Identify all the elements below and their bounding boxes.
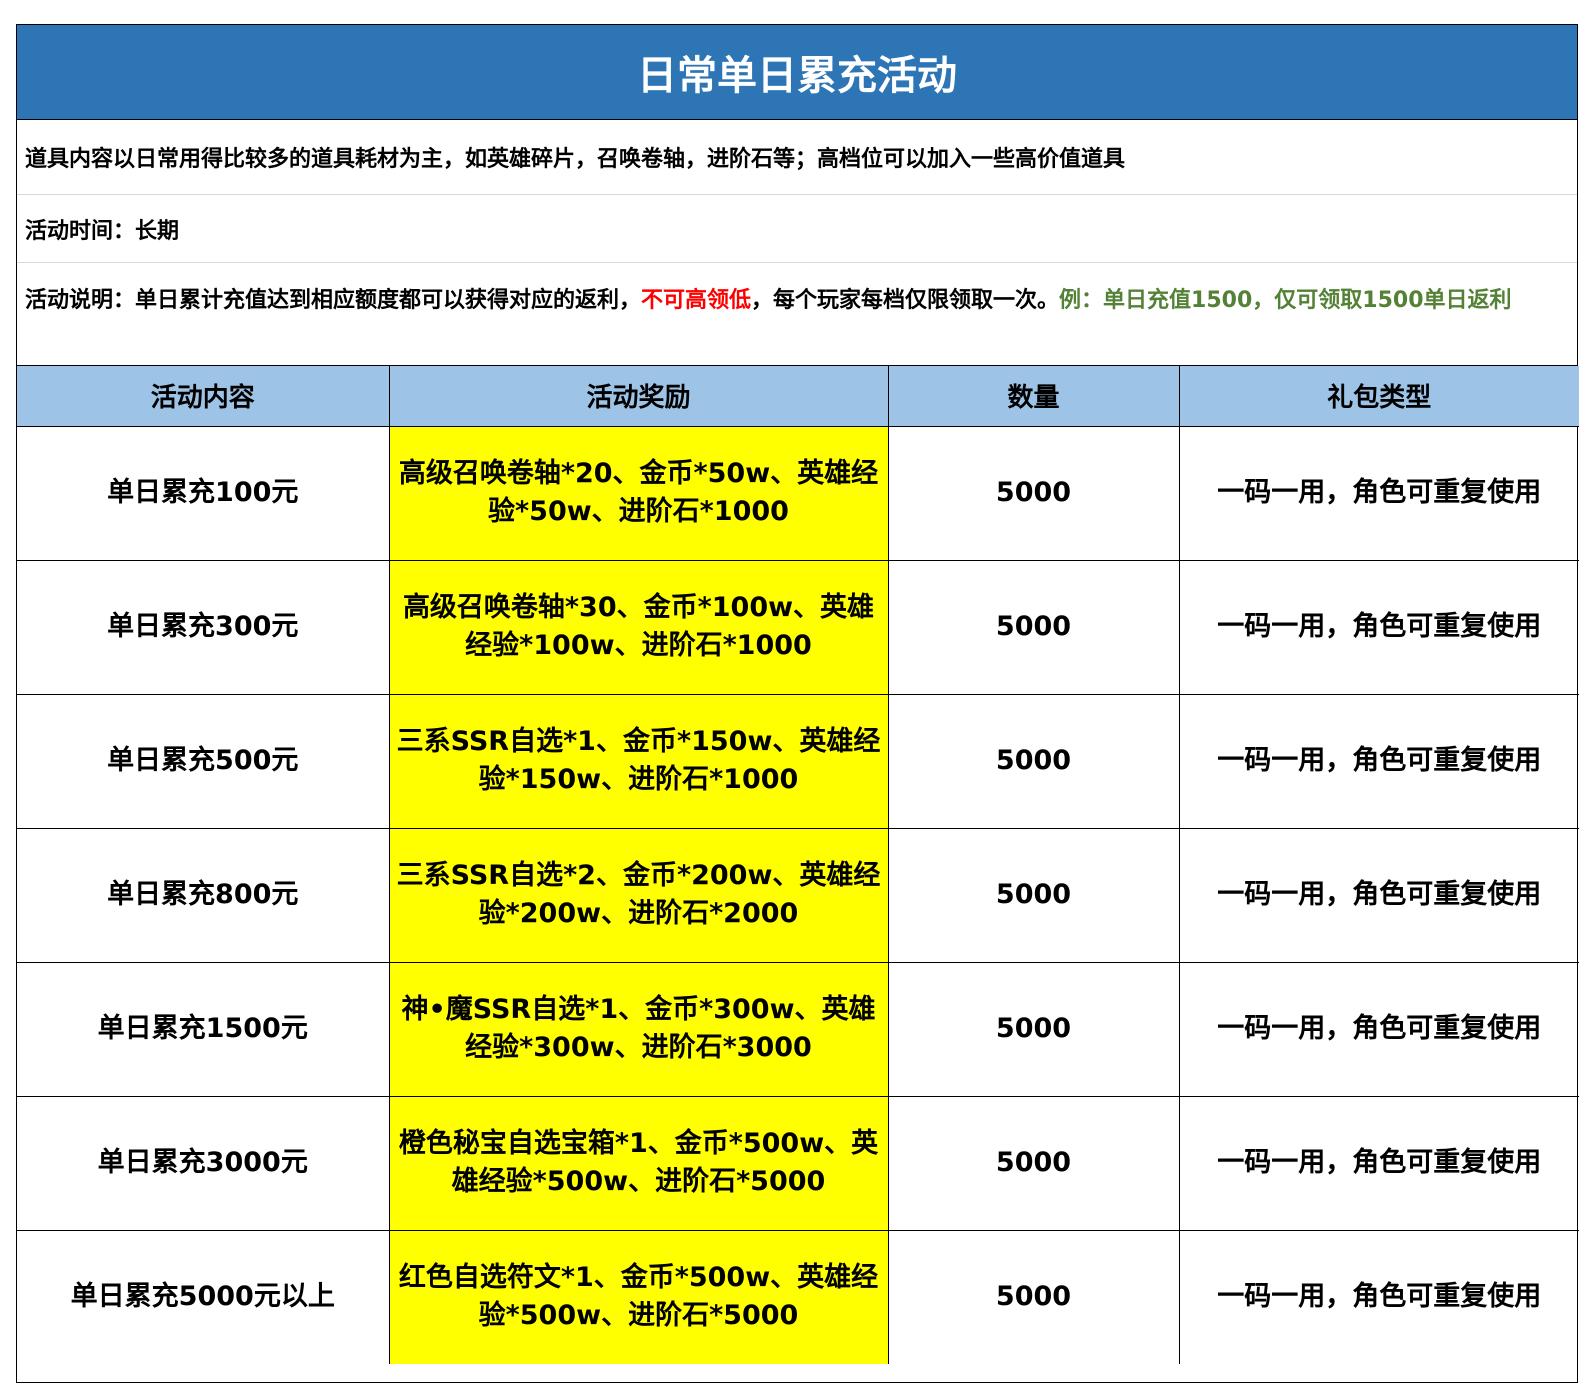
cell-content: 单日累充1500元: [17, 961, 390, 1097]
cell-pack-type: 一码一用，角色可重复使用: [1178, 559, 1579, 695]
activity-time: 活动时间：长期: [17, 195, 1577, 263]
cell-content: 单日累充3000元: [17, 1095, 390, 1231]
header-quantity: 数量: [887, 366, 1180, 427]
cell-content: 单日累充300元: [17, 559, 390, 695]
cell-quantity: 5000: [887, 1095, 1180, 1231]
activity-explanation: 活动说明：单日累计充值达到相应额度都可以获得对应的返利，不可高领低，每个玩家每档…: [17, 263, 1577, 366]
cell-reward: 红色自选符文*1、金币*500w、英雄经验*500w、进阶石*5000: [388, 1229, 889, 1364]
cell-content: 单日累充500元: [17, 693, 390, 829]
cell-quantity: 5000: [887, 961, 1180, 1097]
cell-pack-type: 一码一用，角色可重复使用: [1178, 693, 1579, 829]
cell-pack-type: 一码一用，角色可重复使用: [1178, 425, 1579, 561]
header-pack-type: 礼包类型: [1178, 366, 1579, 427]
table-row: 单日累充3000元 橙色秘宝自选宝箱*1、金币*500w、英雄经验*500w、进…: [17, 1095, 1579, 1231]
explain-warning: 不可高领低: [641, 288, 752, 313]
cell-pack-type: 一码一用，角色可重复使用: [1178, 1095, 1579, 1231]
header-reward: 活动奖励: [388, 366, 889, 427]
table-row: 单日累充100元 高级召唤卷轴*20、金币*50w、英雄经验*50w、进阶石*1…: [17, 425, 1579, 561]
table-row: 单日累充800元 三系SSR自选*2、金币*200w、英雄经验*200w、进阶石…: [17, 827, 1579, 963]
cell-reward: 神•魔SSR自选*1、金币*300w、英雄经验*300w、进阶石*3000: [388, 961, 889, 1097]
cell-quantity: 5000: [887, 827, 1180, 963]
cell-pack-type: 一码一用，角色可重复使用: [1178, 1229, 1579, 1364]
cell-quantity: 5000: [887, 559, 1180, 695]
description-note: 道具内容以日常用得比较多的道具耗材为主，如英雄碎片，召唤卷轴，进阶石等；高档位可…: [17, 120, 1577, 195]
table-header-row: 活动内容 活动奖励 数量 礼包类型: [17, 366, 1579, 427]
spreadsheet: 日常单日累充活动 道具内容以日常用得比较多的道具耗材为主，如英雄碎片，召唤卷轴，…: [16, 24, 1579, 1383]
table-row: 单日累充500元 三系SSR自选*1、金币*150w、英雄经验*150w、进阶石…: [17, 693, 1579, 829]
cell-reward: 高级召唤卷轴*20、金币*50w、英雄经验*50w、进阶石*1000: [388, 425, 889, 561]
table-row: 单日累充5000元以上 红色自选符文*1、金币*500w、英雄经验*500w、进…: [17, 1229, 1579, 1364]
page-title: 日常单日累充活动: [17, 25, 1577, 120]
table-row: 单日累充1500元 神•魔SSR自选*1、金币*300w、英雄经验*300w、进…: [17, 961, 1579, 1097]
explain-middle: ，每个玩家每档仅限领取一次。: [751, 288, 1060, 313]
table-row: 单日累充300元 高级召唤卷轴*30、金币*100w、英雄经验*100w、进阶石…: [17, 559, 1579, 695]
reward-table: 活动内容 活动奖励 数量 礼包类型 单日累充100元 高级召唤卷轴*20、金币*…: [17, 366, 1579, 1364]
cell-reward: 高级召唤卷轴*30、金币*100w、英雄经验*100w、进阶石*1000: [388, 559, 889, 695]
explain-prefix: 活动说明：单日累计充值达到相应额度都可以获得对应的返利，: [25, 288, 642, 313]
cell-content: 单日累充800元: [17, 827, 390, 963]
cell-pack-type: 一码一用，角色可重复使用: [1178, 961, 1579, 1097]
cell-content: 单日累充100元: [17, 425, 390, 561]
cell-quantity: 5000: [887, 1229, 1180, 1364]
explain-example: 例：单日充值1500，仅可领取1500单日返利: [1059, 288, 1512, 313]
cell-pack-type: 一码一用，角色可重复使用: [1178, 827, 1579, 963]
cell-content: 单日累充5000元以上: [17, 1229, 390, 1364]
cell-reward: 三系SSR自选*2、金币*200w、英雄经验*200w、进阶石*2000: [388, 827, 889, 963]
cell-reward: 橙色秘宝自选宝箱*1、金币*500w、英雄经验*500w、进阶石*5000: [388, 1095, 889, 1231]
cell-quantity: 5000: [887, 425, 1180, 561]
header-content: 活动内容: [17, 366, 390, 427]
cell-reward: 三系SSR自选*1、金币*150w、英雄经验*150w、进阶石*1000: [388, 693, 889, 829]
cell-quantity: 5000: [887, 693, 1180, 829]
